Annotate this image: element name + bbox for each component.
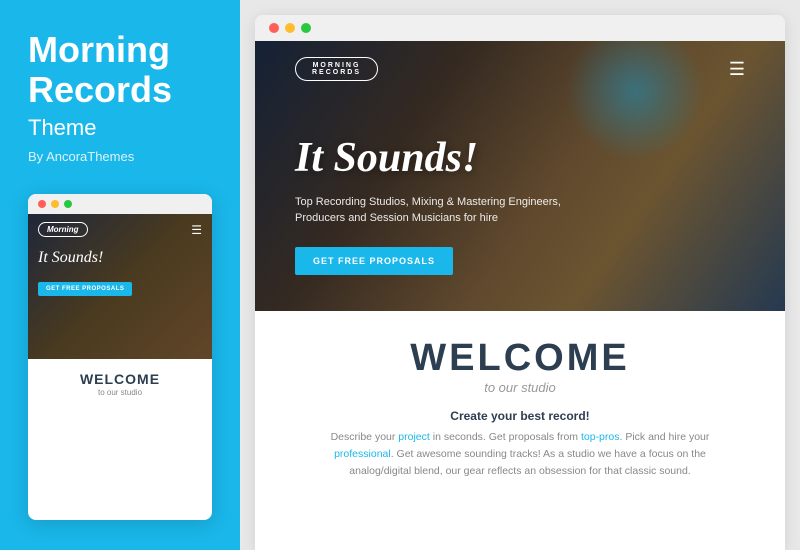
hero-nav: Morning RECORDS ☰ [295,41,745,97]
dot-yellow [51,200,59,208]
title-line1: Morning [28,29,170,70]
welcome-link-professional[interactable]: professional [334,448,391,460]
theme-subtitle: Theme [28,115,212,141]
welcome-title: WELCOME [305,339,735,377]
mini-hero-title: It Sounds! [38,249,202,267]
hero-logo: Morning RECORDS [295,57,378,81]
desktop-dot-yellow [285,23,295,33]
welcome-text-2: in seconds. Get proposals from [430,431,581,443]
mini-browser-mockup: Morning ☰ It Sounds! GET FREE PROPOSALS … [28,194,212,520]
mini-browser-bar [28,194,212,214]
mini-welcome-title: WELCOME [38,371,202,387]
left-panel: Morning Records Theme By AncoraThemes Mo… [0,0,240,550]
theme-by: By AncoraThemes [28,149,212,164]
welcome-text-1: Describe your [331,431,399,443]
title-line2: Records [28,69,172,110]
hero-body: It Sounds! Top Recording Studios, Mixing… [295,97,745,311]
hamburger-icon[interactable]: ☰ [729,59,745,80]
theme-title: Morning Records [28,30,212,109]
right-panel: Morning RECORDS ☰ It Sounds! Top Recordi… [240,0,800,550]
mini-hamburger-icon: ☰ [191,223,202,237]
mini-cta-button[interactable]: GET FREE PROPOSALS [38,282,132,296]
desktop-dot-green [301,23,311,33]
welcome-section: WELCOME to our studio Create your best r… [255,311,785,499]
desktop-browser-mockup: Morning RECORDS ☰ It Sounds! Top Recordi… [255,15,785,550]
mini-welcome-subtitle: to our studio [38,388,202,397]
mini-logo: Morning [38,222,88,237]
desktop-content: Morning RECORDS ☰ It Sounds! Top Recordi… [255,41,785,550]
welcome-link-toppros[interactable]: top-pros [581,431,620,443]
welcome-create-heading: Create your best record! [305,409,735,423]
mini-welcome-section: WELCOME to our studio [28,359,212,409]
welcome-text-3: . Pick and hire your [620,431,710,443]
hero-title: It Sounds! [295,134,745,182]
hero-section: Morning RECORDS ☰ It Sounds! Top Recordi… [255,41,785,311]
hero-logo-sub: RECORDS [312,69,361,76]
welcome-link-project[interactable]: project [398,431,430,443]
hero-cta-button[interactable]: GET FREE PROPOSALS [295,247,453,275]
desktop-browser-bar [255,15,785,41]
welcome-body-text: Describe your project in seconds. Get pr… [330,429,710,479]
hero-logo-name: Morning [312,62,361,69]
mini-content: Morning ☰ It Sounds! GET FREE PROPOSALS … [28,214,212,409]
dot-green [64,200,72,208]
hero-description: Top Recording Studios, Mixing & Masterin… [295,194,585,227]
mini-hero-section: Morning ☰ It Sounds! GET FREE PROPOSALS [28,214,212,359]
welcome-text-4: . Get awesome sounding tracks! As a stud… [349,448,706,477]
dot-red [38,200,46,208]
mini-nav: Morning ☰ [38,222,202,237]
desktop-dot-red [269,23,279,33]
welcome-subtitle: to our studio [305,380,735,395]
